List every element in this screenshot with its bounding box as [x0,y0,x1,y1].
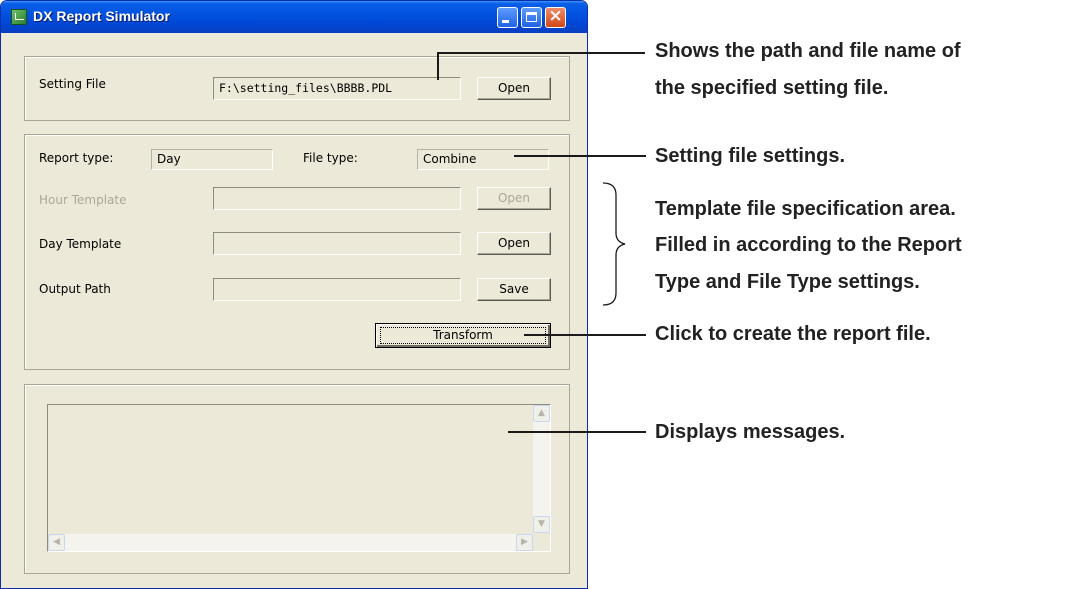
report-type-label: Report type: [39,151,114,165]
annotation-template-line1: Template file specification area. [655,198,956,220]
day-template-label: Day Template [39,237,122,251]
maximize-button[interactable] [521,7,542,28]
close-button[interactable]: × [545,6,566,28]
brace-icon [602,182,626,306]
annotation-setting-file-line1: Shows the path and file name of [655,40,961,62]
annotation-template-line3: Type and File Type settings. [655,271,920,293]
file-type-value: Combine [417,149,549,170]
app-window: DX Report Simulator × Setting File F:\se… [0,0,588,589]
setting-file-label: Setting File [39,77,106,91]
vertical-scrollbar[interactable]: ▲ ▼ [533,405,550,533]
close-icon: × [548,6,563,26]
message-area[interactable]: ▲ ▼ ◀ ▶ [47,404,551,552]
callout-line-setting-file [437,52,645,54]
day-template-field[interactable] [213,232,461,255]
day-template-open-button[interactable]: Open [477,232,551,255]
scroll-right-icon[interactable]: ▶ [516,534,533,551]
report-type-value: Day [151,149,273,170]
hour-template-label: Hour Template [39,193,127,207]
file-type-label: File type: [303,151,358,165]
scroll-up-icon[interactable]: ▲ [533,405,550,422]
annotation-settings: Setting file settings. [655,145,846,167]
callout-line-setting-file-vertical [437,53,439,80]
output-path-save-button[interactable]: Save [477,278,551,301]
hour-template-field [213,187,461,210]
app-icon [11,9,27,25]
setting-file-path-field[interactable]: F:\setting_files\BBBB.PDL [213,77,461,100]
scroll-left-icon[interactable]: ◀ [48,534,65,551]
horizontal-scrollbar[interactable]: ◀ ▶ [48,534,533,551]
output-path-field[interactable] [213,278,461,301]
annotation-transform: Click to create the report file. [655,323,931,345]
window-title: DX Report Simulator [33,8,170,24]
setting-file-open-button[interactable]: Open [477,77,551,100]
annotation-setting-file-line2: the specified setting file. [655,77,889,99]
focus-rectangle [380,327,546,344]
minimize-button[interactable] [497,7,518,28]
annotation-messages: Displays messages. [655,421,846,443]
hour-template-open-button: Open [477,187,551,210]
callout-line-transform [524,334,646,336]
scroll-down-icon[interactable]: ▼ [533,516,550,533]
output-path-label: Output Path [39,282,111,296]
callout-line-settings [514,155,646,157]
title-bar[interactable]: DX Report Simulator × [1,1,587,33]
annotation-template-line2: Filled in according to the Report [655,234,962,256]
callout-line-messages [508,431,646,433]
